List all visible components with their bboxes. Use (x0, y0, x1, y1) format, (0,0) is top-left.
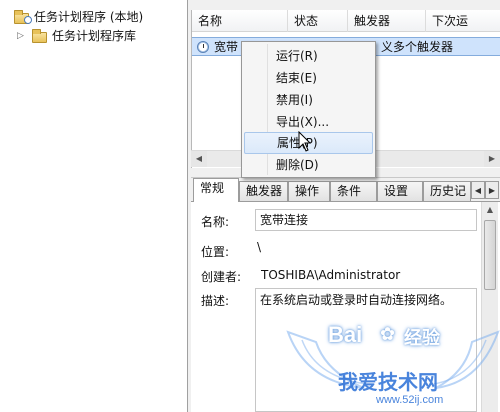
watermark-slogan: 我爱技术网 (338, 370, 438, 394)
pointer-cursor-icon (298, 130, 312, 156)
menu-item-export[interactable]: 导出(X)... (244, 111, 373, 133)
tree-root-label: 任务计划程序 (本地) (34, 10, 144, 24)
watermark-url: www.52ij.com (376, 394, 444, 406)
menu-item-run[interactable]: 运行(R) (244, 45, 373, 67)
task-trigger-cell: 义多个触发器 (381, 40, 454, 54)
watermark-paw-icon: ✿ (380, 324, 396, 345)
name-label: 名称: (201, 215, 230, 229)
tree-library-label: 任务计划程序库 (52, 29, 137, 43)
column-status[interactable]: 状态 (288, 10, 348, 32)
column-name[interactable]: 名称 (192, 10, 288, 32)
description-text: 在系统启动或登录时自动连接网络。 (260, 293, 453, 307)
tab-conditions[interactable]: 条件 (330, 181, 377, 201)
column-trigger[interactable]: 触发器 (348, 10, 426, 32)
author-label: 创建者: (201, 270, 242, 284)
tab-settings[interactable]: 设置 (377, 181, 423, 201)
tab-scroll-left-icon[interactable]: ◀ (471, 181, 485, 199)
tab-actions[interactable]: 操作 (288, 181, 330, 201)
scroll-left-icon[interactable]: ◀ (191, 151, 207, 167)
location-label: 位置: (201, 245, 230, 259)
folder-icon (32, 29, 47, 43)
context-menu: 运行(R) 结束(E) 禁用(I) 导出(X)... 属性(P) 删除(D) (241, 41, 376, 178)
scroll-right-icon[interactable]: ▶ (484, 151, 500, 167)
menu-item-delete[interactable]: 删除(D) (244, 154, 373, 176)
menu-item-end[interactable]: 结束(E) (244, 67, 373, 89)
task-tree-pane: 任务计划程序 (本地) ▷ 任务计划程序库 (0, 0, 188, 412)
clock-icon (197, 41, 209, 53)
clock-icon (24, 16, 32, 24)
name-field[interactable]: 宽带连接 (255, 209, 477, 231)
scroll-up-icon[interactable]: ▲ (482, 202, 498, 218)
author-value: TOSHIBA\Administrator (261, 268, 401, 282)
task-name-cell: 宽带 (214, 40, 239, 54)
column-header: 名称 状态 触发器 下次运 (192, 10, 500, 32)
menu-item-disable[interactable]: 禁用(I) (244, 89, 373, 111)
description-label: 描述: (201, 294, 230, 308)
watermark-brand: Bai (328, 322, 363, 347)
watermark-brand-cn: 经验 (404, 328, 440, 349)
location-value: \ (257, 240, 262, 254)
expand-arrow-icon[interactable]: ▷ (17, 27, 24, 45)
tab-scroll-right-icon[interactable]: ▶ (485, 181, 499, 199)
watermark: Bai ✿ 经验 我爱技术网 www.52ij.com (286, 322, 500, 412)
scroll-thumb[interactable] (484, 220, 496, 290)
tab-triggers[interactable]: 触发器 (239, 181, 288, 201)
column-next-run[interactable]: 下次运 (426, 10, 500, 32)
tab-history[interactable]: 历史记 (423, 181, 471, 201)
tab-general[interactable]: 常规 (193, 178, 239, 202)
